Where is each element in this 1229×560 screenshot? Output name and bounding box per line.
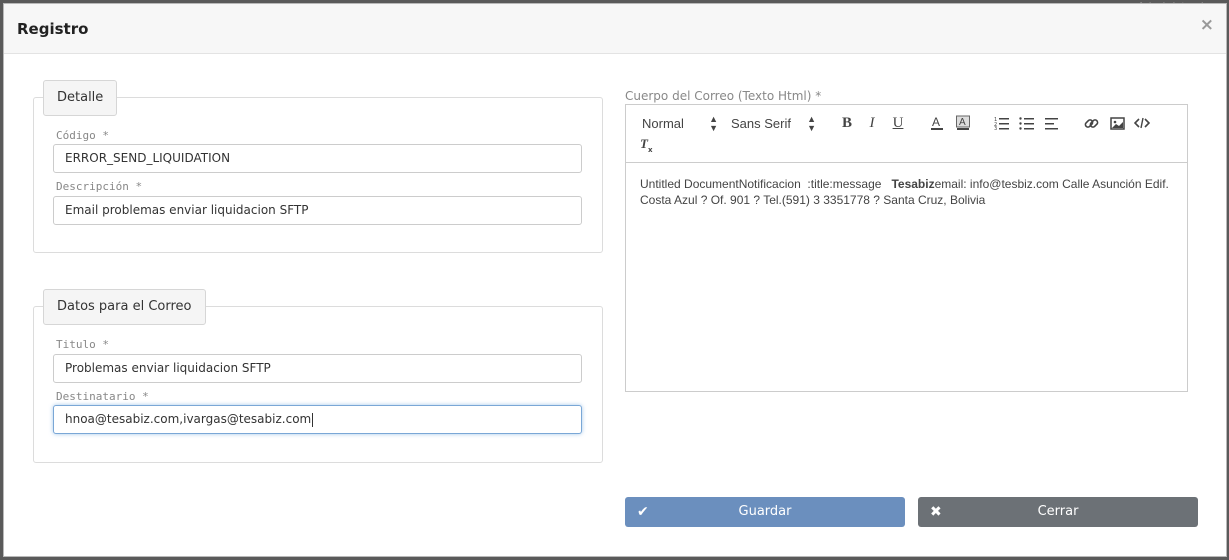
destinatario-label: Destinatario * bbox=[56, 390, 149, 403]
select-caret-icon: ▲ ▼ bbox=[709, 114, 718, 133]
titulo-label: Titulo * bbox=[56, 338, 109, 351]
close-button[interactable]: ✖ Cerrar bbox=[918, 497, 1198, 527]
italic-icon[interactable]: I bbox=[863, 114, 881, 132]
descripcion-input[interactable]: Email problemas enviar liquidacion SFTP bbox=[53, 196, 582, 225]
bullet-list-icon[interactable] bbox=[1018, 114, 1036, 132]
modal-header: Registro × bbox=[4, 4, 1226, 54]
font-select-value: Sans Serif bbox=[731, 116, 791, 131]
detalle-legend: Detalle bbox=[43, 80, 118, 116]
destinatario-value: hnoa@tesabiz.com,ivargas@tesabiz.com bbox=[65, 412, 312, 426]
editor-toolbar: Normal ▲▼ Sans Serif ▲▼ B I U A A 123 bbox=[626, 105, 1187, 163]
editor-content[interactable]: Untitled DocumentNotificacion :title:mes… bbox=[626, 163, 1187, 221]
svg-text:x: x bbox=[648, 146, 653, 153]
codigo-label: Código * bbox=[56, 129, 109, 142]
underline-icon[interactable]: U bbox=[889, 114, 907, 132]
save-button-label: Guardar bbox=[738, 504, 792, 519]
detalle-fieldset bbox=[33, 97, 603, 253]
correo-legend: Datos para el Correo bbox=[43, 289, 206, 325]
font-color-icon[interactable]: A bbox=[928, 114, 946, 132]
svg-text:3: 3 bbox=[994, 126, 997, 130]
link-icon[interactable] bbox=[1082, 114, 1100, 132]
clear-format-icon[interactable]: Tx bbox=[638, 136, 656, 154]
code-icon[interactable] bbox=[1133, 114, 1151, 132]
close-icon[interactable]: × bbox=[1200, 15, 1214, 35]
descripcion-label: Descripción * bbox=[56, 180, 143, 193]
check-icon: ✔ bbox=[637, 504, 649, 520]
align-icon[interactable] bbox=[1043, 114, 1061, 132]
bold-icon[interactable]: B bbox=[838, 114, 856, 132]
save-button[interactable]: ✔ Guardar bbox=[625, 497, 905, 527]
editor-content-bold: Tesabiz bbox=[891, 177, 935, 191]
select-caret-icon: ▲ ▼ bbox=[807, 114, 816, 133]
modal-title: Registro bbox=[17, 20, 89, 38]
html-editor: Normal ▲▼ Sans Serif ▲▼ B I U A A 123 bbox=[625, 104, 1188, 392]
correo-fieldset bbox=[33, 306, 603, 463]
font-select[interactable]: Sans Serif ▲ ▼ bbox=[731, 115, 816, 133]
svg-text:A: A bbox=[932, 115, 940, 129]
text-cursor bbox=[312, 412, 314, 427]
editor-content-text: Untitled DocumentNotificacion :title:mes… bbox=[640, 177, 892, 191]
close-button-label: Cerrar bbox=[1037, 504, 1079, 519]
format-select[interactable]: Normal ▲ ▼ bbox=[642, 115, 718, 133]
background-color-icon[interactable]: A bbox=[954, 114, 972, 132]
image-icon[interactable] bbox=[1108, 114, 1126, 132]
destinatario-input[interactable]: hnoa@tesabiz.com,ivargas@tesabiz.com bbox=[53, 405, 582, 434]
codigo-input[interactable]: ERROR_SEND_LIQUIDATION bbox=[53, 144, 582, 173]
ordered-list-icon[interactable]: 123 bbox=[993, 114, 1011, 132]
titulo-input[interactable]: Problemas enviar liquidacion SFTP bbox=[53, 354, 582, 383]
svg-text:A: A bbox=[959, 117, 966, 128]
format-select-value: Normal bbox=[642, 116, 684, 131]
times-icon: ✖ bbox=[930, 504, 942, 520]
editor-label: Cuerpo del Correo (Texto Html) * bbox=[625, 89, 822, 103]
